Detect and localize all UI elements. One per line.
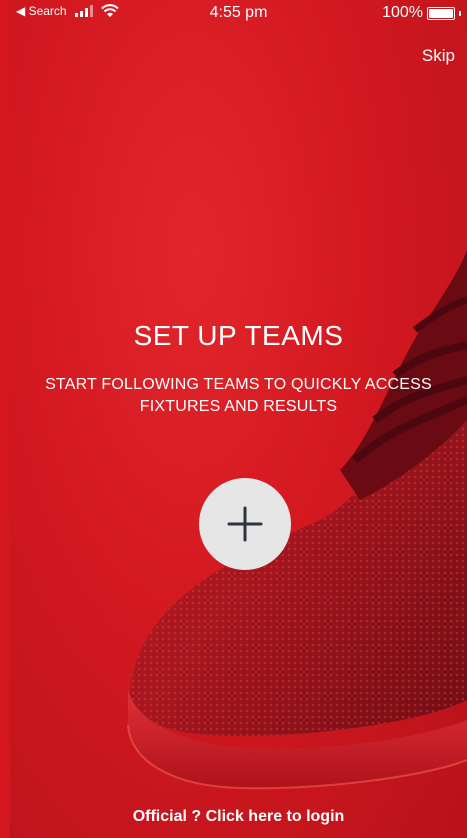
plus-icon xyxy=(227,506,263,542)
skip-button[interactable]: Skip xyxy=(422,46,455,66)
battery-cap-icon xyxy=(459,10,461,16)
battery-icon xyxy=(427,6,455,20)
official-login-link[interactable]: Official ? Click here to login xyxy=(10,808,467,826)
battery-percentage: 100% xyxy=(382,4,423,21)
status-bar: ◀ Search 4:55 pm 100% xyxy=(10,0,467,28)
page-subtitle: START FOLLOWING TEAMS TO QUICKLY ACCESS … xyxy=(45,376,432,415)
page-title: SET UP TEAMS xyxy=(133,320,344,351)
add-team-button[interactable] xyxy=(199,478,291,570)
onboarding-screen: ◀ Search 4:55 pm 100% Skip SET UP TEAMS … xyxy=(10,0,467,838)
status-right: 100% xyxy=(382,4,461,22)
shoe-background-image xyxy=(127,250,467,790)
